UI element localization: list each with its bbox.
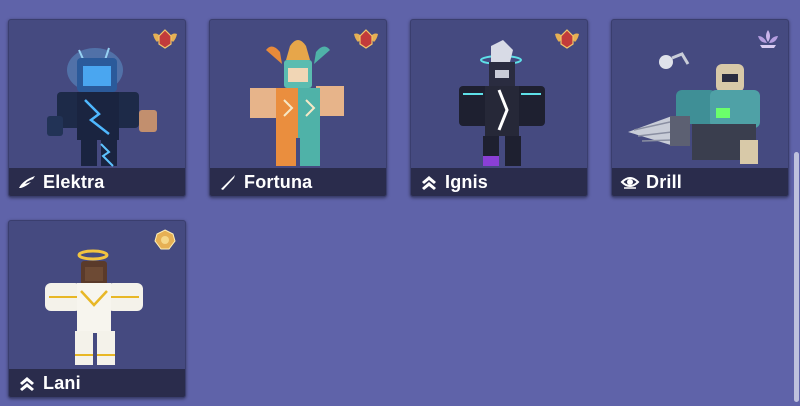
kit-card-fortuna[interactable]: Fortuna — [209, 19, 387, 197]
gold-crest-icon — [154, 229, 176, 250]
winged-rank-icon — [153, 29, 177, 49]
kit-name: Ignis — [445, 171, 489, 192]
kit-namebar: Fortuna — [210, 168, 386, 196]
kit-namebar: Ignis — [411, 168, 587, 196]
kit-namebar: Drill — [612, 168, 788, 196]
kit-card-elektra[interactable]: Elektra — [8, 19, 186, 197]
kit-namebar: Lani — [9, 369, 185, 397]
kit-name: Fortuna — [244, 171, 313, 192]
double-chevron-icon — [422, 176, 436, 190]
kit-card-drill[interactable]: Drill — [611, 19, 789, 197]
kit-name: Lani — [43, 372, 81, 393]
winged-rank-icon — [354, 29, 378, 49]
wing-icon — [19, 176, 35, 188]
lotus-rank-icon — [758, 30, 778, 48]
kit-name: Elektra — [43, 171, 105, 192]
double-chevron-icon — [20, 377, 34, 391]
kit-card-ignis[interactable]: Ignis — [410, 19, 588, 197]
winged-rank-icon — [555, 29, 579, 49]
scrollbar[interactable] — [794, 152, 799, 402]
kit-namebar: Elektra — [9, 168, 185, 196]
sword-icon — [221, 175, 235, 190]
kit-card-lani[interactable]: Lani — [8, 220, 186, 398]
eye-icon — [620, 177, 640, 189]
kit-name: Drill — [646, 171, 683, 192]
